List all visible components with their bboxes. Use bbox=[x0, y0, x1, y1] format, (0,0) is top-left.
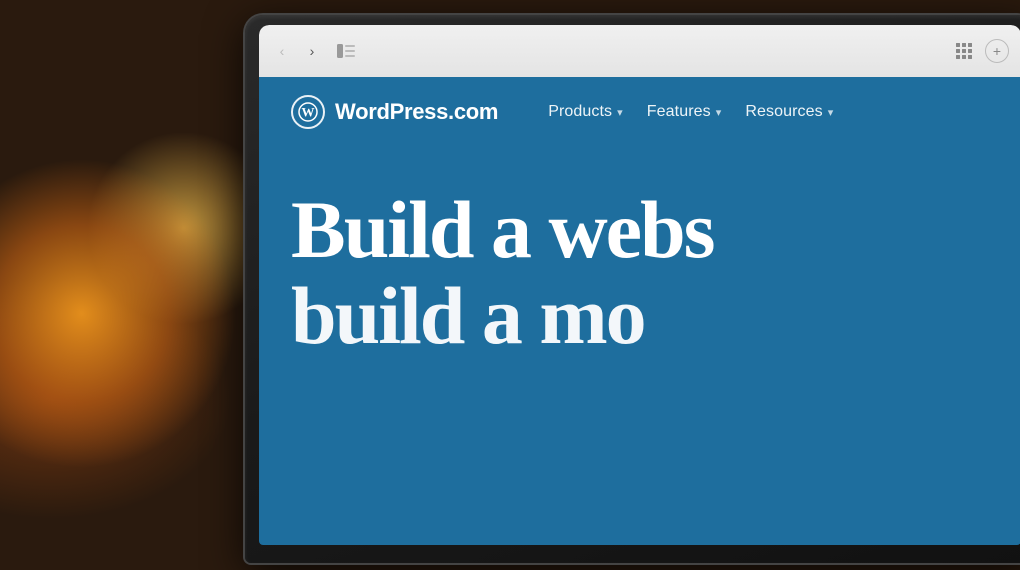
nav-item-products[interactable]: Products ▾ bbox=[538, 97, 633, 127]
wordpress-logo-icon: W bbox=[298, 102, 318, 122]
wp-hero-section: Build a webs build a mo bbox=[259, 147, 1020, 359]
wp-logo: W bbox=[291, 95, 325, 129]
wp-nav-links: Products ▾ Features ▾ Resources ▾ bbox=[538, 97, 843, 127]
back-button[interactable]: ‹ bbox=[271, 40, 293, 62]
wordpress-nav: W WordPress.com Products ▾ Features ▾ bbox=[259, 77, 1020, 147]
resources-chevron-icon: ▾ bbox=[828, 106, 834, 119]
hero-line-1: Build a webs bbox=[291, 184, 714, 275]
browser-toolbar: ‹ › bbox=[259, 25, 1020, 77]
screen-bezel: ‹ › bbox=[259, 25, 1020, 545]
website-content: W WordPress.com Products ▾ Features ▾ bbox=[259, 77, 1020, 545]
wp-brand-name: WordPress.com bbox=[335, 99, 498, 125]
svg-text:W: W bbox=[302, 105, 315, 120]
nav-item-features[interactable]: Features ▾ bbox=[637, 97, 732, 127]
wp-logo-area: W WordPress.com bbox=[291, 95, 498, 129]
nav-item-resources[interactable]: Resources ▾ bbox=[735, 97, 843, 127]
hero-line-2: build a mo bbox=[291, 273, 989, 359]
forward-button[interactable]: › bbox=[301, 40, 323, 62]
sidebar-icon bbox=[337, 44, 355, 58]
tab-overview-button[interactable] bbox=[951, 38, 977, 64]
products-chevron-icon: ▾ bbox=[617, 106, 623, 119]
grid-icon bbox=[956, 43, 972, 59]
hero-title: Build a webs build a mo bbox=[291, 187, 989, 359]
forward-icon: › bbox=[310, 43, 315, 59]
plus-icon: + bbox=[993, 44, 1001, 58]
back-icon: ‹ bbox=[280, 43, 285, 59]
laptop-frame: ‹ › bbox=[245, 15, 1020, 563]
new-tab-button[interactable]: + bbox=[985, 39, 1009, 63]
sidebar-toggle-button[interactable] bbox=[335, 40, 357, 62]
browser-chrome: ‹ › bbox=[259, 25, 1020, 77]
features-chevron-icon: ▾ bbox=[716, 106, 722, 119]
